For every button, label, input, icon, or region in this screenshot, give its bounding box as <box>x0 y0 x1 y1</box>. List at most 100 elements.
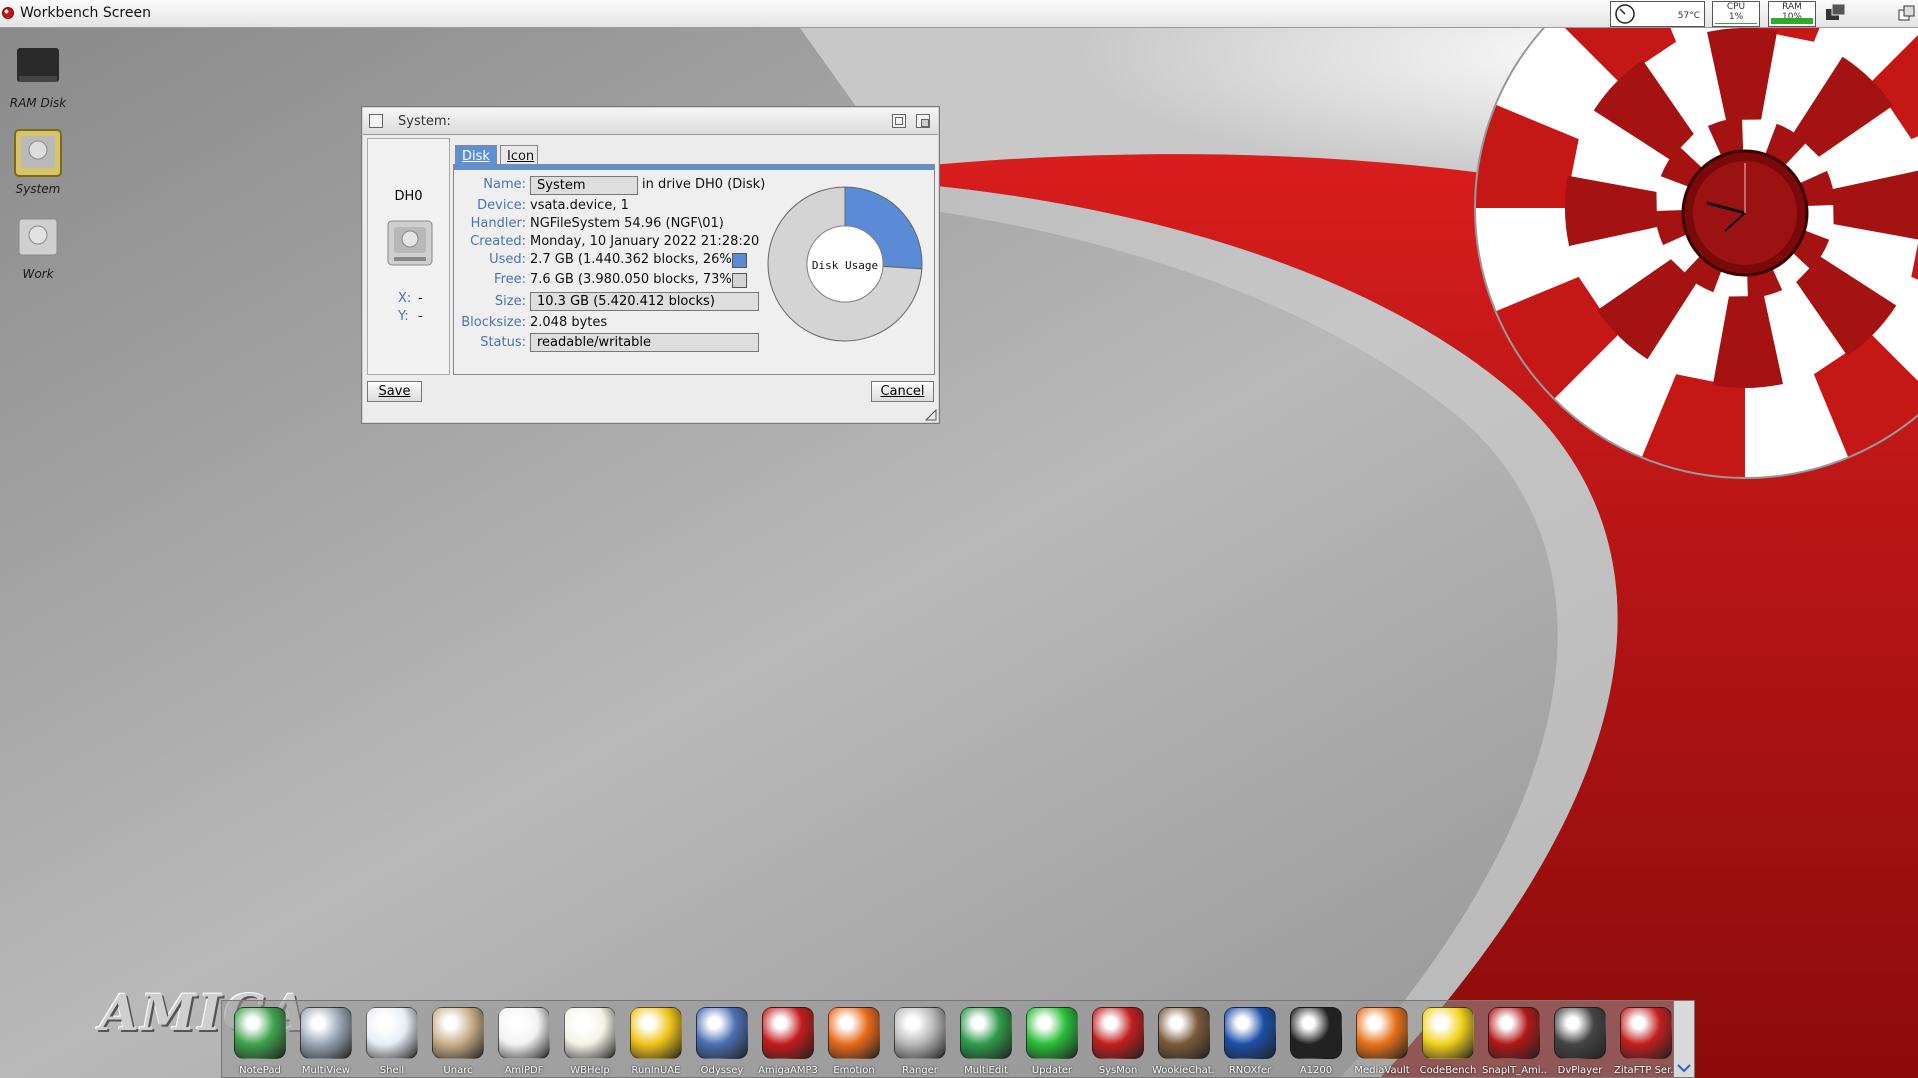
blocksize-label: Blocksize: <box>461 315 526 330</box>
name-field[interactable]: System <box>530 176 638 195</box>
created-value: Monday, 10 January 2022 21:28:20 <box>530 234 760 249</box>
work-drive-label: Work <box>22 267 54 281</box>
zoom-icon[interactable] <box>892 114 906 128</box>
dock-item-label: A1200 <box>1299 1065 1333 1076</box>
dock-item-label: MultiView <box>301 1065 351 1076</box>
gauge-icon <box>1615 4 1635 24</box>
dock-item-rnoxfer[interactable]: RNOXfer <box>1218 1007 1282 1076</box>
dock-item-sysmon[interactable]: SysMon <box>1086 1007 1150 1076</box>
dock-item-label: NotePad <box>239 1065 281 1076</box>
ram-label: RAM <box>1782 2 1802 12</box>
unarc-icon <box>432 1007 484 1059</box>
dock-item-label: WBHelp <box>570 1065 610 1076</box>
created-label: Created: <box>470 234 526 249</box>
depth-gadget-icon[interactable] <box>1898 5 1916 23</box>
disk-info-panel: Name: System in drive DH0 (Disk) Device:… <box>453 164 935 375</box>
dock-item-mediavault[interactable]: MediaVault <box>1350 1007 1414 1076</box>
shell-icon <box>366 1007 418 1059</box>
size-label: Size: <box>494 294 526 309</box>
dock-scroll[interactable] <box>1673 1001 1694 1077</box>
dock-item-label: DvPlayer <box>1557 1065 1603 1076</box>
dock-item-label: MultiEdit <box>964 1065 1008 1076</box>
x-coord-label: X: <box>398 291 412 306</box>
close-icon[interactable] <box>369 114 383 128</box>
dock-item-dvplayer[interactable]: DvPlayer <box>1548 1007 1612 1076</box>
dock-item-label: Ranger <box>902 1065 938 1076</box>
multiedit-icon <box>960 1007 1012 1059</box>
dock-item-unarc[interactable]: Unarc <box>426 1007 490 1076</box>
screen-title-bar[interactable]: Workbench Screen 57°C CPU 1% RAM 10% <box>0 0 1918 28</box>
name-label: Name: <box>483 177 526 192</box>
temperature-widget: 57°C <box>1610 1 1705 27</box>
dock-item-label: AmigaAMP3 <box>758 1065 818 1076</box>
amiga-logo-icon[interactable] <box>2 7 14 19</box>
windows-icon[interactable] <box>1825 3 1847 23</box>
dock-item-wbhelp[interactable]: WBHelp <box>558 1007 622 1076</box>
dock-item-multiedit[interactable]: MultiEdit <box>954 1007 1018 1076</box>
mediavault-icon <box>1356 1007 1408 1059</box>
dock-item-label: Unarc <box>443 1065 473 1076</box>
disk-usage-label: Disk Usage <box>812 259 878 272</box>
chevron-down-icon[interactable] <box>1677 1063 1691 1073</box>
sysmon-icon <box>1092 1007 1144 1059</box>
save-button[interactable]: Save <box>367 381 422 402</box>
dock-item-snapit-ami[interactable]: SnapIT_Ami... <box>1482 1007 1546 1076</box>
dock-item-notepad[interactable]: NotePad <box>228 1007 292 1076</box>
dock-item-multiview[interactable]: MultiView <box>294 1007 358 1076</box>
ram-disk-icon <box>17 48 59 82</box>
window-titlebar[interactable]: System: <box>363 108 938 135</box>
dock-item-zitaftp-ser[interactable]: ZitaFTP Ser... <box>1614 1007 1678 1076</box>
depth-icon[interactable] <box>916 114 930 128</box>
updater-icon <box>1026 1007 1078 1059</box>
handler-value: NGFileSystem 54.96 (NGF\01) <box>530 216 724 231</box>
dock-item-runinuae[interactable]: RunInUAE <box>624 1007 688 1076</box>
resize-handle-icon[interactable] <box>925 409 937 421</box>
system-drive-icon[interactable]: System <box>0 128 76 196</box>
dock-item-a1200[interactable]: A1200 <box>1284 1007 1348 1076</box>
hard-drive-icon <box>387 220 433 266</box>
cpu-level-bar <box>1715 23 1757 24</box>
clock-icon <box>1681 149 1809 277</box>
used-label: Used: <box>489 252 526 267</box>
window-title: System: <box>398 114 451 129</box>
x-coord-value: - <box>418 291 423 306</box>
wookiechat-icon <box>1158 1007 1210 1059</box>
dock-item-label: ZitaFTP Ser... <box>1614 1065 1678 1076</box>
cpu-label: CPU <box>1726 2 1746 12</box>
free-value: 7.6 GB (3.980.050 blocks, 73%) <box>530 272 737 287</box>
dock-item-label: RNOXfer <box>1228 1065 1272 1076</box>
dock-item-wookiechat[interactable]: WookieChat... <box>1152 1007 1216 1076</box>
multiview-icon <box>300 1007 352 1059</box>
dock-item-ranger[interactable]: Ranger <box>888 1007 952 1076</box>
dock-item-updater[interactable]: Updater <box>1020 1007 1084 1076</box>
dock-item-amipdf[interactable]: AmiPDF <box>492 1007 556 1076</box>
free-label: Free: <box>494 272 526 287</box>
dock-item-shell[interactable]: Shell <box>360 1007 424 1076</box>
drive-name: DH0 <box>394 189 423 204</box>
dock-item-label: SnapIT_Ami... <box>1482 1065 1546 1076</box>
system-drive-label: System <box>15 182 61 196</box>
dock-item-amigaamp3[interactable]: AmigaAMP3 <box>756 1007 820 1076</box>
dock-item-emotion[interactable]: Emotion <box>822 1007 886 1076</box>
dvplayer-icon <box>1554 1007 1606 1059</box>
info-window[interactable]: System: DH0 X: - Y: - Disk Icon Name: Sy… <box>361 106 940 424</box>
status-label: Status: <box>480 335 526 350</box>
a1200-icon <box>1290 1007 1342 1059</box>
dock-item-label: CodeBench <box>1419 1065 1477 1076</box>
work-drive-icon[interactable]: Work <box>0 213 76 281</box>
desktop[interactable]: RAM Disk System Work AMIGA <box>0 28 1918 1078</box>
cancel-button[interactable]: Cancel <box>871 381 934 402</box>
drive-preview-panel: DH0 X: - Y: - <box>367 138 450 375</box>
used-color-swatch <box>732 253 747 268</box>
dock-item-label: SysMon <box>1098 1065 1138 1076</box>
dock-item-codebench[interactable]: CodeBench <box>1416 1007 1480 1076</box>
screen-title: Workbench Screen <box>20 5 151 21</box>
temperature-value: 57°C <box>1677 11 1700 21</box>
y-coord-value: - <box>418 309 423 324</box>
zitaftp-ser-icon <box>1620 1007 1672 1059</box>
ram-widget: RAM 10% <box>1768 1 1816 27</box>
ram-disk-icon[interactable]: RAM Disk <box>0 42 76 110</box>
dock-item-odyssey[interactable]: Odyssey <box>690 1007 754 1076</box>
status-field: readable/writable <box>530 333 759 352</box>
y-coord-label: Y: <box>398 309 409 324</box>
